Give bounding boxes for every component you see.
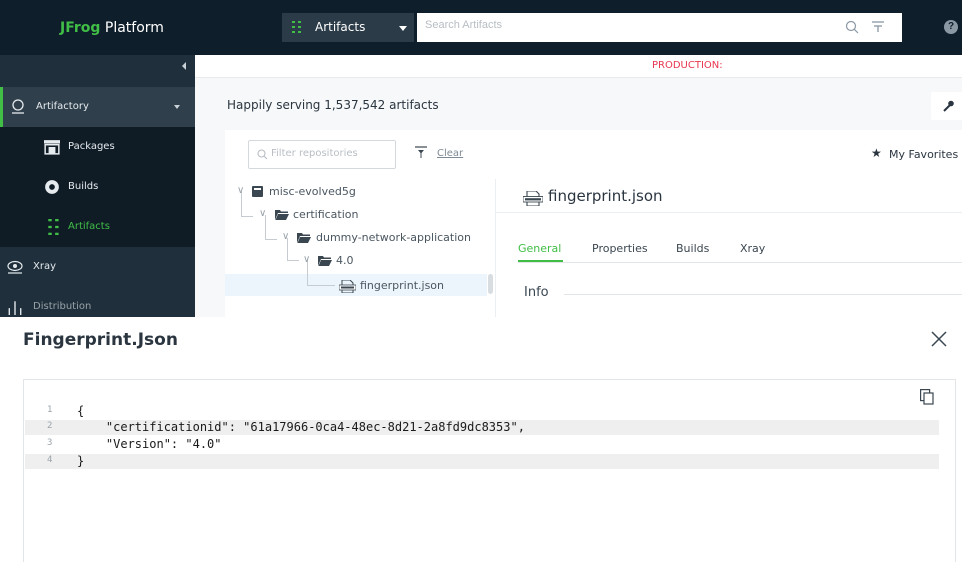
sidebar-item-artifacts[interactable]: Artifacts [0,207,195,247]
sidebar-item-artifactory[interactable]: Artifactory [0,87,195,127]
json-file-icon [523,191,543,206]
my-favorites-label: My Favorites [889,148,959,161]
tab-xray[interactable]: Xray [740,242,765,255]
tab-builds[interactable]: Builds [676,242,709,255]
folder-open-icon [318,256,332,266]
tab-properties[interactable]: Properties [592,242,648,255]
code-text: "certificationid": "61a17966-0ca4-48ec-8… [77,420,525,434]
brand-jfrog: JFrog [60,20,101,36]
tree-node-label: dummy-network-application [316,231,471,244]
top-bar: JFrog Platform Artifacts ? [0,0,962,55]
tree-node-label: fingerprint.json [360,279,445,292]
chevron-down-icon[interactable]: ∨ [282,231,289,242]
distribution-icon [8,301,22,315]
repository-tree: ∨ misc-evolved5g ∨ certification ∨ dummy… [225,179,495,317]
folder-open-icon [297,233,311,243]
brand-platform: Platform [100,20,164,36]
builds-icon [45,180,59,194]
search-icon[interactable] [845,20,859,34]
tab-general[interactable]: General [518,242,561,255]
json-file-icon [339,280,356,293]
chevron-down-icon[interactable]: ∨ [303,254,310,265]
code-text: "Version": "4.0" [77,437,222,451]
close-icon[interactable] [930,330,948,348]
jfrog-logo[interactable]: JFrog Platform [60,20,164,36]
code-text: { [77,404,85,418]
sidebar-item-label: Artifacts [68,221,110,232]
line-number: 4 [47,455,53,465]
divider [518,262,962,263]
line-number: 1 [47,405,53,415]
my-favorites-button[interactable]: ★ My Favorites [866,140,962,169]
tree-node-label: 4.0 [336,254,354,267]
main-content: Happily serving 1,537,542 artifacts Clea… [195,78,962,317]
tree-guide [307,285,335,286]
sidebar-item-packages[interactable]: Packages [0,127,195,167]
artifact-count-text: Happily serving 1,537,542 artifacts [227,98,439,112]
wrench-icon [943,100,954,112]
line-number: 3 [47,438,53,448]
environment-bar: PRODUCTION: [195,55,962,78]
eye-icon [7,260,23,274]
sidebar-item-label: Builds [68,181,99,192]
help-icon[interactable]: ? [944,20,958,34]
file-preview-modal: Fingerprint.Json 1 { 2 "certificationid"… [0,317,962,562]
tree-node-label: certification [293,208,359,221]
copy-icon[interactable] [920,389,934,405]
artifact-title: fingerprint.json [548,187,663,205]
tree-scrollbar[interactable] [488,274,493,294]
code-line: 3 "Version": "4.0" [25,437,939,452]
clear-filter-link[interactable]: Clear [437,148,463,159]
folder-open-icon [275,210,289,220]
sidebar-item-label: Artifactory [36,101,89,112]
repo-icon [252,186,263,197]
artifact-detail-panel: fingerprint.json General Properties Buil… [495,179,962,317]
modal-title: Fingerprint.Json [23,330,178,350]
chevron-down-icon [174,105,180,109]
package-type-select[interactable]: Artifacts [282,13,414,42]
code-viewer[interactable]: 1 { 2 "certificationid": "61a17966-0ca4-… [23,379,956,562]
repository-filter-bar: Clear ★ My Favorites [225,130,962,180]
chevron-down-icon[interactable]: ∨ [259,208,266,219]
tree-guide [265,239,277,240]
divider [564,294,962,295]
filter-icon[interactable] [872,20,884,34]
info-section-title: Info [524,285,549,300]
search-icon [257,149,268,160]
line-number: 2 [47,421,53,431]
chevron-down-icon [399,26,407,31]
sidebar-item-xray[interactable]: Xray [0,247,195,287]
tree-guide [287,260,299,261]
environment-label: PRODUCTION: [652,60,723,71]
search-box[interactable] [417,13,902,42]
chevron-down-icon[interactable]: ∨ [237,185,244,196]
artifactory-icon [12,99,24,114]
sidebar-item-label: Xray [33,261,57,272]
packages-icon [44,140,60,155]
settings-button[interactable] [931,92,962,120]
artifacts-grid-icon [48,219,59,235]
sidebar-item-builds[interactable]: Builds [0,167,195,207]
tree-node-label: misc-evolved5g [269,185,356,198]
code-text: } [77,454,85,468]
code-line: 2 "certificationid": "61a17966-0ca4-48ec… [25,420,939,435]
sidebar-item-distribution[interactable]: Distribution [0,287,195,317]
search-input[interactable] [425,19,815,31]
funnel-icon[interactable] [415,146,427,159]
code-line: 1 { [25,404,939,419]
sidebar-item-label: Distribution [33,301,92,312]
code-line: 4 } [25,454,939,469]
filter-repositories-input[interactable] [271,148,391,159]
tree-guide [241,216,253,217]
divider [496,212,962,213]
package-type-label: Artifacts [315,20,366,34]
sidebar-item-label: Packages [68,141,115,152]
collapse-sidebar-icon[interactable] [182,62,186,70]
sidebar: Artifactory Packages Builds Artifacts Xr… [0,55,195,317]
artifacts-grid-icon [292,21,301,33]
star-icon: ★ [871,146,882,160]
filter-repositories-box[interactable] [248,140,396,169]
tree-selection-highlight [225,274,487,296]
